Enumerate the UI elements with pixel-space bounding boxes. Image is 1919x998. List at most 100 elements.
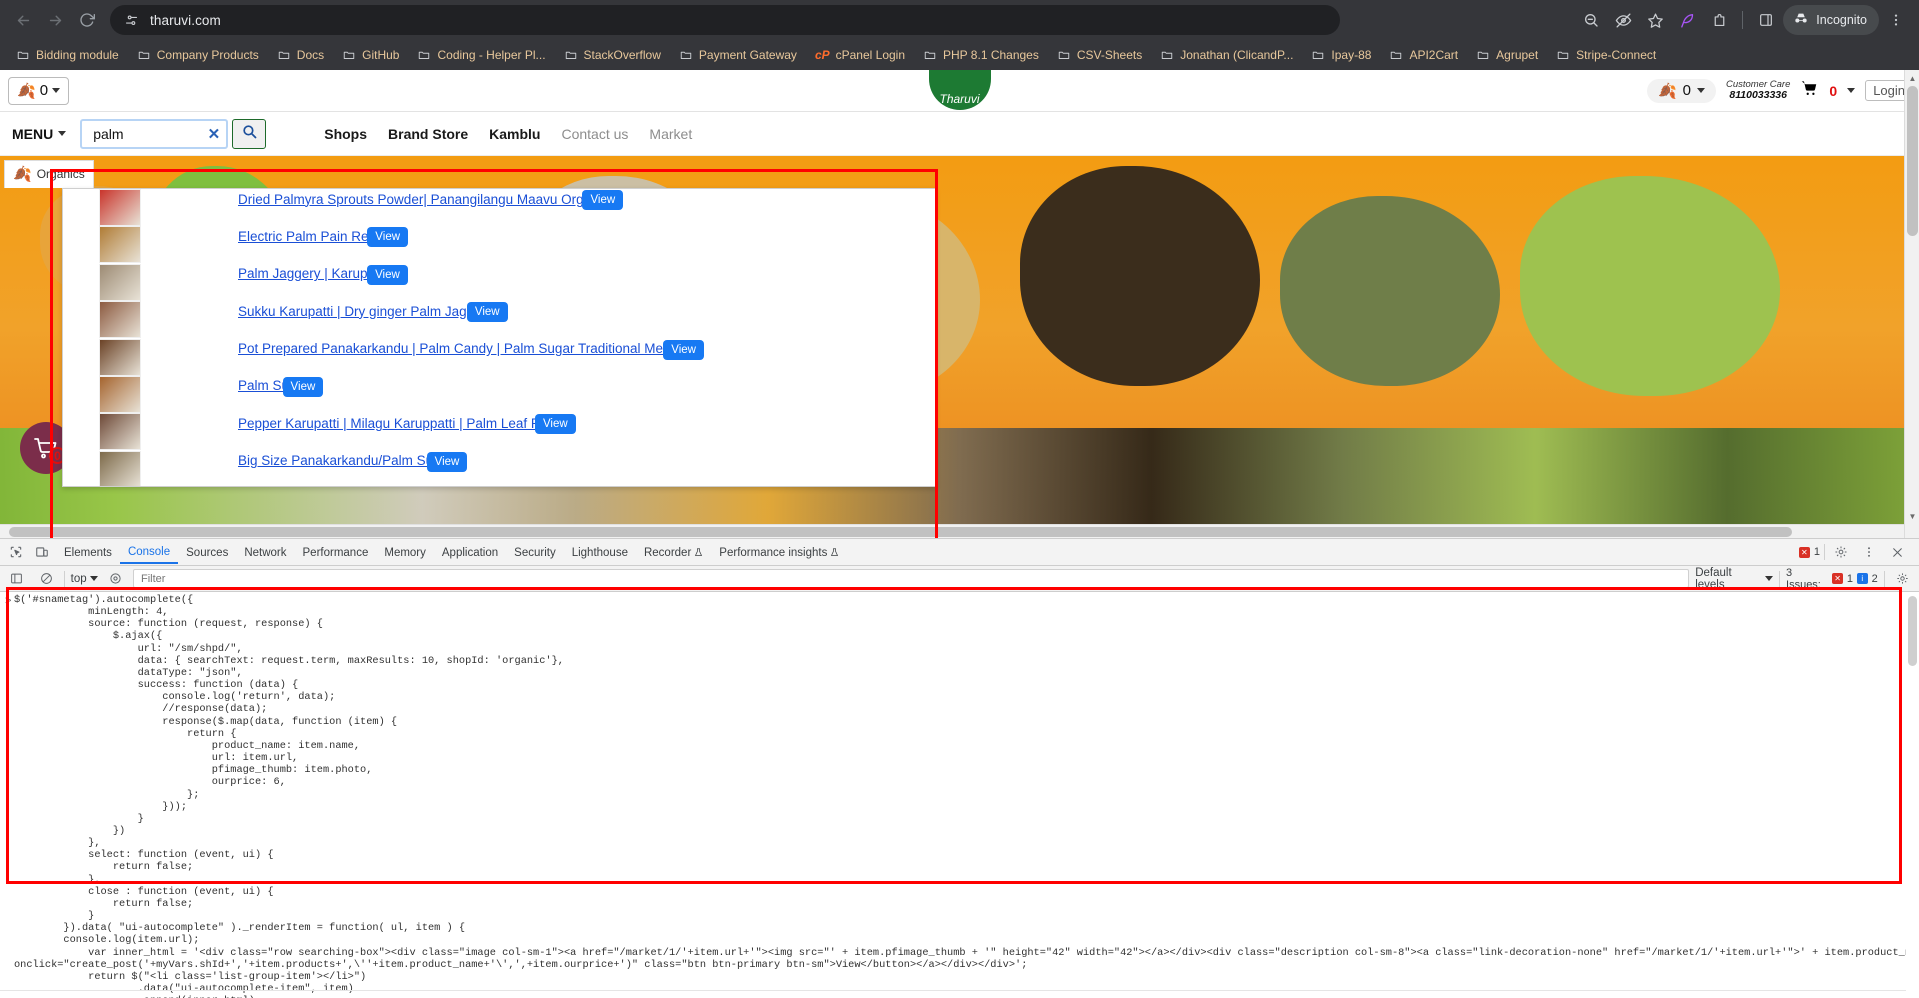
product-link[interactable]: Pot Prepared Panakarkandu | Palm Candy |… xyxy=(238,341,689,356)
bookmark-item[interactable]: StackOverflow xyxy=(556,45,669,65)
site-logo[interactable]: Tharuvi xyxy=(928,70,991,110)
view-product-button[interactable]: View xyxy=(282,376,324,397)
view-product-button[interactable]: View xyxy=(367,227,409,248)
console-levels-dropdown[interactable]: Default levels xyxy=(1695,567,1774,591)
console-input-entry[interactable]: > $('#snametag').autocomplete({ minLengt… xyxy=(0,592,1919,998)
live-expression-icon[interactable] xyxy=(104,568,127,590)
search-submit-button[interactable] xyxy=(232,118,267,149)
site-settings-icon[interactable] xyxy=(122,11,140,29)
tab-memory[interactable]: Memory xyxy=(376,542,434,563)
view-product-button[interactable]: View xyxy=(663,339,704,360)
autocomplete-item[interactable]: Sukku Karupatti | Dry ginger Palm Jagger… xyxy=(63,301,935,339)
nav-link-brand-store[interactable]: Brand Store xyxy=(388,126,468,142)
product-thumbnail[interactable] xyxy=(99,413,141,451)
chevron-down-icon[interactable] xyxy=(1847,88,1856,93)
console-filter-field[interactable] xyxy=(133,569,1690,588)
bookmark-star-icon[interactable] xyxy=(1640,5,1670,35)
side-panel-icon[interactable] xyxy=(1751,5,1781,35)
tab-application[interactable]: Application xyxy=(434,542,506,563)
autocomplete-item[interactable]: Dried Palmyra Sprouts Powder| Panangilan… xyxy=(63,189,935,226)
tab-performance-insights[interactable]: Performance insights xyxy=(711,542,847,563)
tab-performance[interactable]: Performance xyxy=(295,542,377,563)
devtools-more-icon[interactable] xyxy=(1857,541,1881,563)
product-thumbnail[interactable] xyxy=(99,226,141,264)
back-button[interactable] xyxy=(8,5,38,35)
console-settings-icon[interactable] xyxy=(1891,568,1914,590)
menu-button[interactable]: MENU xyxy=(0,126,74,142)
search-field[interactable]: ✕ xyxy=(80,118,229,149)
zoom-icon[interactable] xyxy=(1576,5,1606,35)
product-link[interactable]: Big Size Panakarkandu/Palm Sugar xyxy=(238,453,453,468)
autocomplete-item[interactable]: Big Size Panakarkandu/Palm Sugar View xyxy=(63,450,935,486)
bookmark-item[interactable]: Ipay-88 xyxy=(1303,45,1379,65)
organics-tab[interactable]: 🍂 Organics xyxy=(4,160,94,188)
bookmark-item[interactable]: PHP 8.1 Changes xyxy=(915,45,1047,65)
nav-link-market[interactable]: Market xyxy=(649,126,692,142)
autocomplete-item[interactable]: Palm Jaggery | Karuppatti View xyxy=(63,263,935,301)
view-product-button[interactable]: View xyxy=(466,302,508,323)
bookmark-item[interactable]: Payment Gateway xyxy=(671,45,805,65)
console-sidebar-icon[interactable] xyxy=(5,568,28,590)
scroll-thumb[interactable] xyxy=(1907,86,1918,236)
bookmark-item[interactable]: GitHub xyxy=(334,45,407,65)
view-product-button[interactable]: View xyxy=(582,190,624,210)
bookmark-item[interactable]: Coding - Helper Pl... xyxy=(409,45,553,65)
autocomplete-item[interactable]: Pot Prepared Panakarkandu | Palm Candy |… xyxy=(63,338,935,376)
product-link[interactable]: Dried Palmyra Sprouts Powder| Panangilan… xyxy=(238,192,608,207)
nav-link-contact-us[interactable]: Contact us xyxy=(561,126,628,142)
tab-security[interactable]: Security xyxy=(506,542,564,563)
devtools-error-chip[interactable]: ✕ 1 xyxy=(1798,546,1820,558)
tab-lighthouse[interactable]: Lighthouse xyxy=(564,542,636,563)
address-bar[interactable]: tharuvi.com xyxy=(110,5,1340,35)
view-product-button[interactable]: View xyxy=(426,451,468,472)
bookmark-item[interactable]: CSV-Sheets xyxy=(1049,45,1150,65)
extensions-icon[interactable] xyxy=(1704,5,1734,35)
tab-recorder[interactable]: Recorder xyxy=(636,542,711,563)
scroll-down-arrow[interactable]: ▼ xyxy=(1905,508,1919,524)
forward-button[interactable] xyxy=(40,5,70,35)
bookmark-item[interactable]: Bidding module xyxy=(8,45,127,65)
tab-console[interactable]: Console xyxy=(119,541,179,564)
product-thumbnail[interactable] xyxy=(99,263,141,301)
console-scrollbar[interactable] xyxy=(1906,592,1919,998)
cart-icon[interactable] xyxy=(1800,80,1819,102)
bookmark-item[interactable]: API2Cart xyxy=(1381,45,1466,65)
page-vertical-scrollbar[interactable]: ▲ ▼ xyxy=(1904,70,1919,538)
clear-search-icon[interactable]: ✕ xyxy=(204,125,221,143)
view-product-button[interactable]: View xyxy=(367,264,408,285)
device-toolbar-icon[interactable] xyxy=(30,541,54,563)
nav-link-shops[interactable]: Shops xyxy=(324,126,367,142)
console-output-area[interactable]: > $('#snametag').autocomplete({ minLengt… xyxy=(0,592,1919,998)
console-context-selector[interactable]: top xyxy=(71,573,98,585)
tab-network[interactable]: Network xyxy=(236,542,294,563)
product-thumbnail[interactable] xyxy=(99,189,141,226)
devtools-settings-icon[interactable] xyxy=(1829,541,1853,563)
console-filter-input[interactable] xyxy=(139,571,1684,586)
bookmark-item[interactable]: cP cPanel Login xyxy=(807,45,913,65)
product-thumbnail[interactable] xyxy=(99,301,141,339)
bookmark-item[interactable]: Company Products xyxy=(129,45,267,65)
clear-console-icon[interactable] xyxy=(34,568,57,590)
leaf-counter-button-left[interactable]: 🍂 0 xyxy=(8,76,70,105)
inspect-element-icon[interactable] xyxy=(4,541,28,563)
console-scroll-thumb[interactable] xyxy=(1908,596,1917,666)
page-horizontal-scrollbar[interactable] xyxy=(0,524,1904,538)
tab-sources[interactable]: Sources xyxy=(178,542,236,563)
product-thumbnail[interactable] xyxy=(99,338,141,376)
eye-slash-icon[interactable] xyxy=(1608,5,1638,35)
autocomplete-item[interactable]: Palm Sugar View xyxy=(63,375,935,413)
product-thumbnail[interactable] xyxy=(99,450,141,486)
search-input[interactable] xyxy=(91,124,204,143)
more-menu-icon[interactable] xyxy=(1881,5,1911,35)
product-thumbnail[interactable] xyxy=(99,375,141,413)
autocomplete-item[interactable]: Pepper Karupatti | Milagu Karuppatti | P… xyxy=(63,413,935,451)
tab-elements[interactable]: Elements xyxy=(56,542,120,563)
scroll-up-arrow[interactable]: ▲ xyxy=(1905,70,1919,86)
bookmark-item[interactable]: Jonathan (ClicandP... xyxy=(1152,45,1301,65)
leaf-counter-button[interactable]: 🍂 0 xyxy=(1646,78,1716,103)
feather-icon[interactable] xyxy=(1672,5,1702,35)
view-product-button[interactable]: View xyxy=(534,414,576,435)
devtools-close-icon[interactable] xyxy=(1885,541,1909,563)
product-link[interactable]: Sukku Karupatti | Dry ginger Palm Jagger… xyxy=(238,304,493,319)
hscroll-thumb[interactable] xyxy=(9,527,1792,537)
